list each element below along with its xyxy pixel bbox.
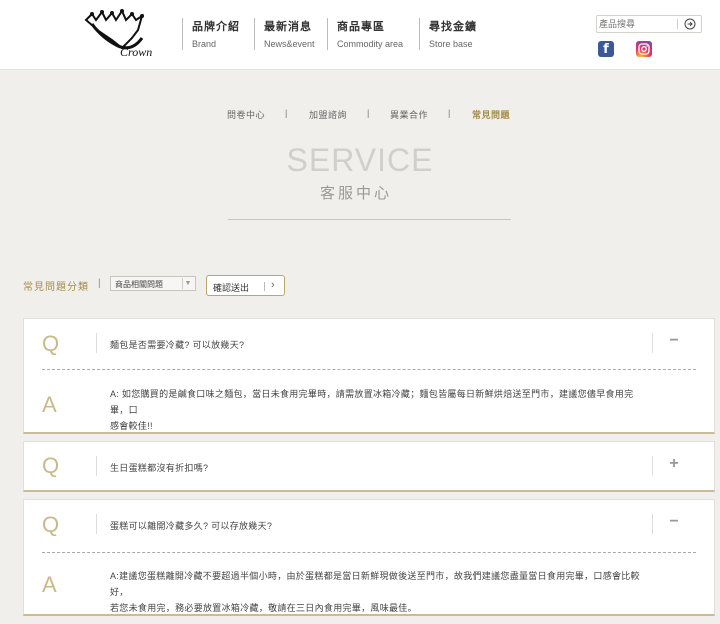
qa-divider [42, 552, 696, 553]
product-search [596, 15, 702, 33]
main-nav: 品牌介紹 Brand 最新消息 News&event 商品專區 Commodit… [182, 18, 499, 50]
expand-icon[interactable]: + [667, 455, 681, 473]
logo-text: Crown [120, 45, 152, 59]
category-select-value: 商品相關問題 [115, 280, 163, 289]
submit-divider [264, 282, 265, 291]
faq-answer-line: 感會較佳!! [110, 421, 153, 431]
crown-logo[interactable]: Crown [82, 8, 162, 62]
chevron-down-icon: ▼ [182, 278, 193, 289]
facebook-glyph: f [603, 41, 609, 57]
subnav-separator: | [285, 108, 288, 118]
chevron-right-icon: › [271, 279, 275, 291]
search-divider [677, 19, 678, 29]
search-go-icon[interactable] [684, 18, 696, 30]
subnav-survey[interactable]: 問卷中心 [227, 108, 265, 121]
collapse-icon[interactable]: − [667, 332, 681, 350]
page-title-en: SERVICE [286, 142, 434, 178]
nav-brand[interactable]: 品牌介紹 Brand [182, 18, 254, 50]
instagram-icon[interactable] [636, 41, 652, 57]
q-divider [96, 514, 97, 534]
faq-answer-line: A:建議您蛋糕離開冷藏不要超過半個小時，由於蛋糕都是當日新鮮現做後送至門市，故我… [110, 571, 640, 597]
faq-answer: A:建議您蛋糕離開冷藏不要超過半個小時，由於蛋糕都是當日新鮮現做後送至門市，故我… [110, 568, 650, 616]
subnav-separator: | [367, 108, 370, 118]
faq-item: Q 蛋糕可以離開冷藏多久? 可以存放幾天? − A A:建議您蛋糕離開冷藏不要超… [23, 499, 715, 616]
filter-separator: | [98, 278, 101, 289]
subnav-faq[interactable]: 常見問題 [472, 108, 510, 121]
nav-commodity[interactable]: 商品專區 Commodity area [327, 18, 419, 50]
a-letter: A [42, 392, 57, 417]
subnav-franchise[interactable]: 加盟諮詢 [309, 108, 347, 121]
q-divider [96, 456, 97, 476]
nav-commodity-en: Commodity area [337, 39, 404, 49]
q-letter: Q [42, 331, 60, 356]
nav-news-en: News&event [264, 39, 315, 49]
faq-question[interactable]: 麵包是否需要冷藏? 可以放幾天? [110, 338, 244, 351]
nav-commodity-zh: 商品專區 [337, 21, 385, 33]
toggle-divider [652, 514, 653, 534]
qa-divider [42, 369, 696, 370]
facebook-icon[interactable]: f [598, 41, 614, 57]
service-subnav: 問卷中心 | 加盟諮詢 | 異業合作 | 常見問題 [0, 108, 720, 122]
subnav-cooperation[interactable]: 異業合作 [390, 108, 428, 121]
faq-question[interactable]: 生日蛋糕都沒有折扣嗎? [110, 461, 208, 474]
toggle-divider [652, 456, 653, 476]
instagram-glyph [638, 43, 650, 55]
q-divider [96, 333, 97, 353]
q-letter: Q [42, 512, 60, 537]
a-letter: A [42, 572, 57, 597]
faq-category-label: 常見問題分類 [23, 282, 89, 293]
category-select[interactable]: 商品相關問題 ▼ [110, 276, 196, 291]
faq-answer: A: 如您購買的是鹹食口味之麵包，當日未食用完畢時，請需放置冰箱冷藏；麵包皆屬每… [110, 386, 650, 434]
nav-brand-zh: 品牌介紹 [192, 21, 240, 33]
nav-news[interactable]: 最新消息 News&event [254, 18, 327, 50]
nav-store-zh: 尋找金鑛 [429, 21, 477, 33]
nav-brand-en: Brand [192, 39, 217, 49]
nav-news-zh: 最新消息 [264, 21, 312, 33]
faq-item: Q 生日蛋糕都沒有折扣嗎? + [23, 441, 715, 492]
faq-item: Q 麵包是否需要冷藏? 可以放幾天? − A A: 如您購買的是鹹食口味之麵包，… [23, 318, 715, 434]
nav-store[interactable]: 尋找金鑛 Store base [419, 18, 499, 50]
faq-answer-line: A: 如您購買的是鹹食口味之麵包，當日未食用完畢時，請需放置冰箱冷藏；麵包皆屬每… [110, 389, 634, 415]
submit-button-label: 確認送出 [213, 283, 250, 293]
page-title-zh: 客服中心 [319, 185, 392, 202]
site-header: Crown 品牌介紹 Brand 最新消息 News&event 商品專區 Co… [0, 0, 720, 70]
toggle-divider [652, 333, 653, 353]
faq-answer-line: 若您未食用完，務必要放置冰箱冷藏，敬請在三日內食用完畢，風味最佳。 [110, 603, 417, 613]
search-input[interactable] [599, 17, 681, 31]
submit-button[interactable]: 確認送出 › [206, 275, 285, 296]
q-letter: Q [42, 453, 60, 478]
nav-store-en: Store base [429, 39, 473, 49]
faq-question[interactable]: 蛋糕可以離開冷藏多久? 可以存放幾天? [110, 519, 272, 532]
subnav-separator: | [448, 108, 451, 118]
collapse-icon[interactable]: − [667, 513, 681, 531]
title-divider [228, 219, 511, 220]
